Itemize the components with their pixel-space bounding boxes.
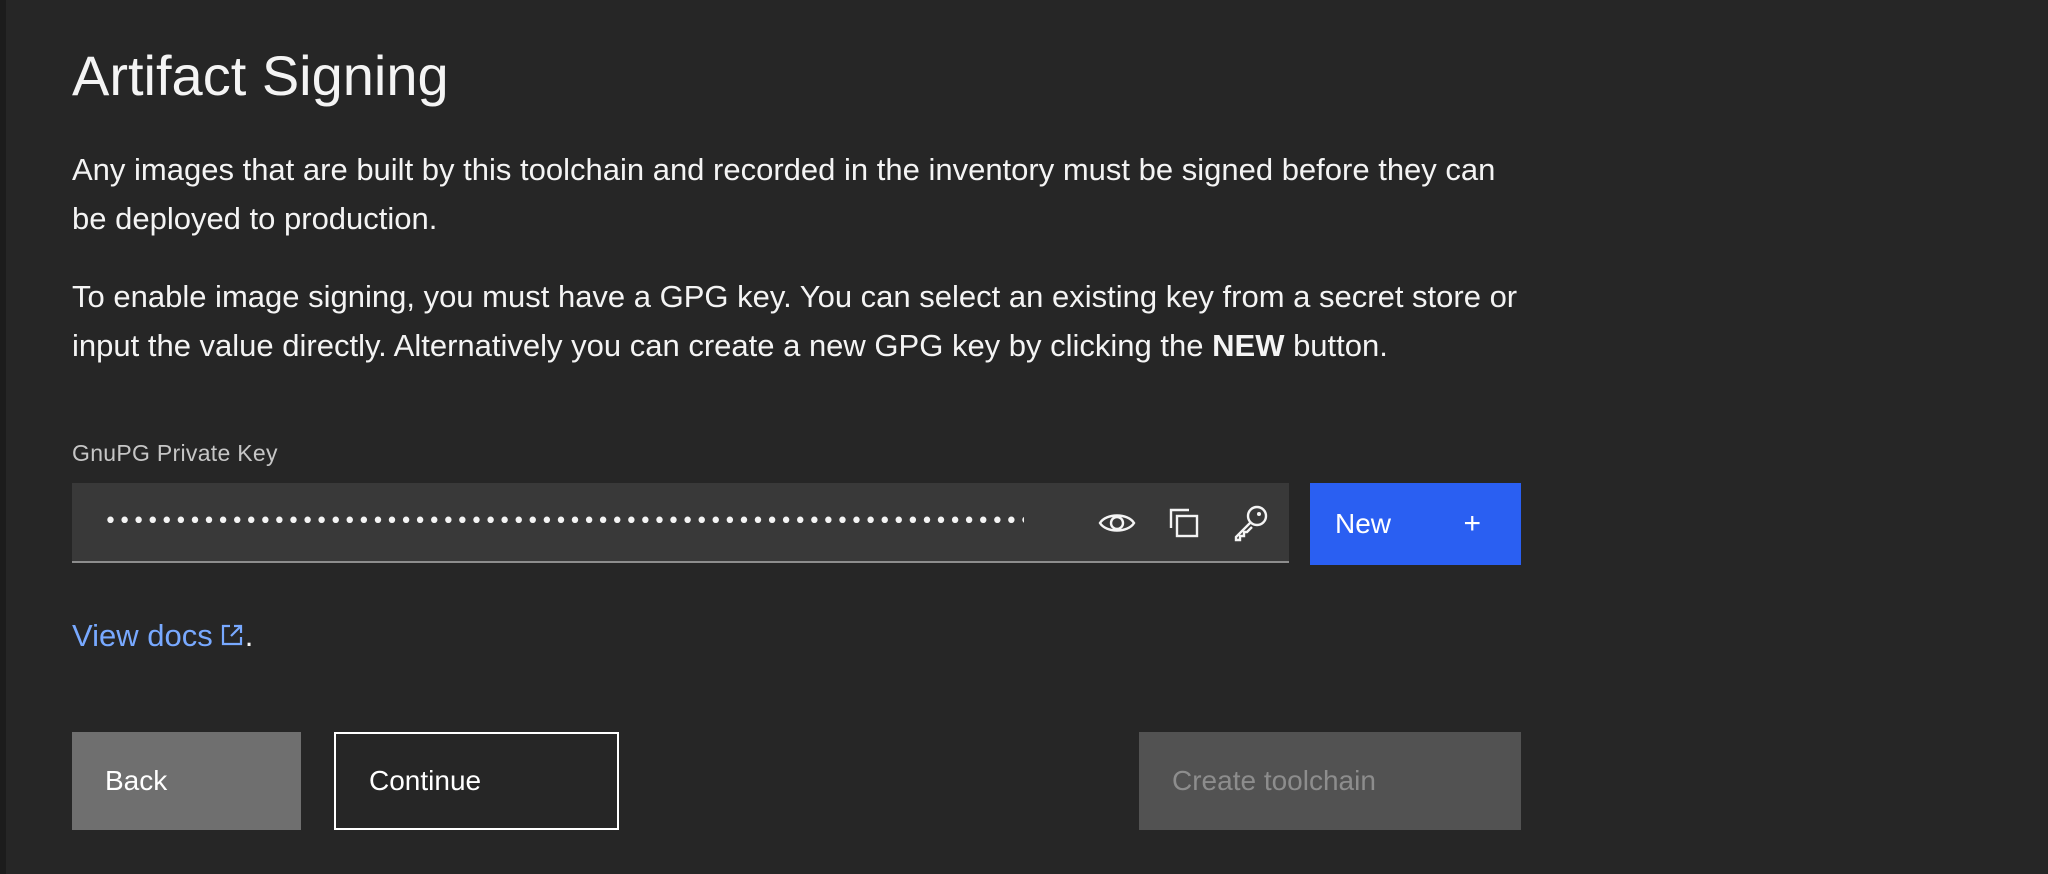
back-button[interactable]: Back — [72, 732, 301, 830]
view-docs-link[interactable]: View docs — [72, 618, 245, 653]
plus-icon: + — [1463, 507, 1481, 540]
docs-line: View docs. — [72, 618, 253, 656]
docs-period: . — [244, 618, 254, 653]
new-button-label: New — [1335, 508, 1392, 539]
eye-icon[interactable] — [1095, 501, 1139, 545]
intro-paragraph: Any images that are built by this toolch… — [72, 152, 1496, 236]
create-toolchain-button[interactable]: Create toolchain — [1139, 732, 1521, 830]
gpg-key-input[interactable] — [104, 483, 1024, 561]
external-link-icon — [219, 620, 245, 656]
key-icon[interactable] — [1229, 501, 1273, 545]
gpg-key-label: GnuPG Private Key — [72, 440, 278, 466]
view-docs-text: View docs — [72, 618, 213, 653]
continue-button[interactable]: Continue — [334, 732, 619, 830]
gpg-key-field — [72, 483, 1289, 563]
new-key-button[interactable]: New + — [1310, 483, 1521, 565]
instructions-paragraph: To enable image signing, you must have a… — [72, 272, 1522, 370]
left-edge-border — [0, 0, 6, 874]
copy-icon[interactable] — [1162, 501, 1206, 545]
instructions-new-emphasis: NEW — [1212, 328, 1285, 363]
page-title: Artifact Signing — [72, 44, 449, 107]
instructions-text-end: button. — [1284, 328, 1388, 363]
